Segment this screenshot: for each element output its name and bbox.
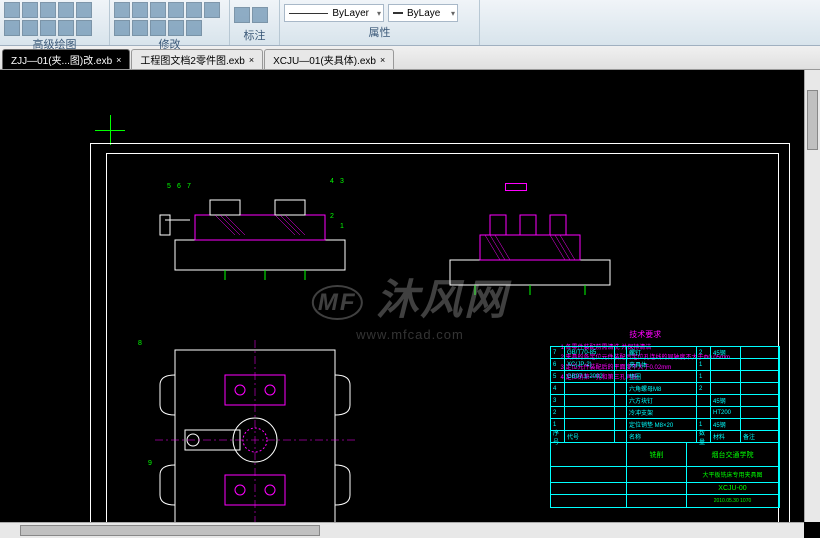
callout-number: 6 [177,183,181,190]
tool-icon[interactable] [40,2,56,18]
drawing-date: 2010.05.30 1070 [687,495,779,507]
ribbon-group-modify: 修改 [110,0,230,45]
callout-number: 9 [148,460,152,467]
bom-row: 1定位销垫 M8×20145钢 [551,419,779,431]
ribbon-group-annotate: 标注 [230,0,280,45]
drawing-canvas[interactable]: 5 6 7 4 3 2 1 8 9 [0,70,820,538]
tool-icon[interactable] [76,2,92,18]
tool-icon[interactable] [234,7,250,23]
tool-icon[interactable] [76,20,92,36]
school-name: 烟台交通学院 [687,443,779,466]
close-icon[interactable]: × [116,55,121,65]
document-tabbar: ZJJ—01(夹...图)改.exb× 工程图文档2零件图.exb× XCJU—… [0,46,820,70]
document-tab[interactable]: ZJJ—01(夹...图)改.exb× [2,49,130,69]
plan-view [145,330,365,538]
tool-icon[interactable] [186,20,202,36]
callout-number: 2 [330,213,334,220]
horizontal-scrollbar[interactable] [0,522,804,538]
tool-icon[interactable] [252,7,268,23]
title-date-row: 2010.05.30 1070 [551,495,779,507]
section-view [430,205,630,300]
tool-icon[interactable] [58,2,74,18]
title-block: 7GB/T70-85螺钉245钢 6XC(JP-2)夹具体1 5GB97.1-2… [550,346,780,508]
vertical-scrollbar[interactable] [804,70,820,522]
tool-icon[interactable] [4,20,20,36]
tool-icon[interactable] [40,20,56,36]
bom-row: 5GB97.1-2002垫圈1 [551,371,779,383]
detail-marker [505,183,527,191]
front-elevation-view [155,180,365,290]
bom-row: 4六角螺母M82 [551,383,779,395]
linetype-select[interactable]: ByLayer [284,4,384,22]
document-tab[interactable]: 工程图文档2零件图.exb× [131,49,263,69]
tool-icon[interactable] [150,2,166,18]
bom-header: 序号代号名称数量材料备注 [551,431,779,443]
ribbon-group-label: 标注 [234,27,275,43]
tool-icon[interactable] [132,2,148,18]
tool-icon[interactable] [58,20,74,36]
title-main-row: 铣削 烟台交通学院 [551,443,779,467]
bom-row: 2冷冲支架HT200 [551,407,779,419]
tool-icon[interactable] [150,20,166,36]
title-number-row: XCJU-00 [551,483,779,495]
callout-number: 5 [167,183,171,190]
ribbon-toolbar: 高级绘图 修改 标注 ByLayer [0,0,820,46]
tool-icon[interactable] [204,2,220,18]
callout-number: 8 [138,340,142,347]
tool-icon[interactable] [22,2,38,18]
tool-icon[interactable] [114,20,130,36]
tool-icon[interactable] [168,20,184,36]
tool-icon[interactable] [4,2,20,18]
drawing-number: XCJU-00 [687,483,779,494]
callout-number: 7 [187,183,191,190]
ribbon-group-advanced-draw: 高级绘图 [0,0,110,45]
callout-number: 4 [330,178,334,185]
close-icon[interactable]: × [249,55,254,65]
callout-number: 1 [340,223,344,230]
lineweight-select[interactable]: ByLaye [388,4,458,22]
bom-row: 7GB/T70-85螺钉245钢 [551,347,779,359]
callout-number: 3 [340,178,344,185]
tool-icon[interactable] [186,2,202,18]
title-drawing-row: 大平板铣床专用夹具图 [551,467,779,483]
tool-icon[interactable] [114,2,130,18]
document-tab[interactable]: XCJU—01(夹具体).exb× [264,49,394,69]
ribbon-group-properties: ByLayer ByLaye 属性 [280,0,480,45]
project-name: 铣削 [627,443,687,466]
close-icon[interactable]: × [380,55,385,65]
tool-icon[interactable] [132,20,148,36]
bom-row: 6XC(JP-2)夹具体1 [551,359,779,371]
scrollbar-thumb[interactable] [807,90,818,150]
tech-notes-title: 技术要求 [561,330,730,340]
tool-icon[interactable] [22,20,38,36]
bom-row: 3六方块钉45钢 [551,395,779,407]
drawing-name: 大平板铣床专用夹具图 [687,467,779,482]
scrollbar-thumb[interactable] [20,525,320,536]
tool-icon[interactable] [168,2,184,18]
ribbon-group-label: 属性 [284,24,475,40]
